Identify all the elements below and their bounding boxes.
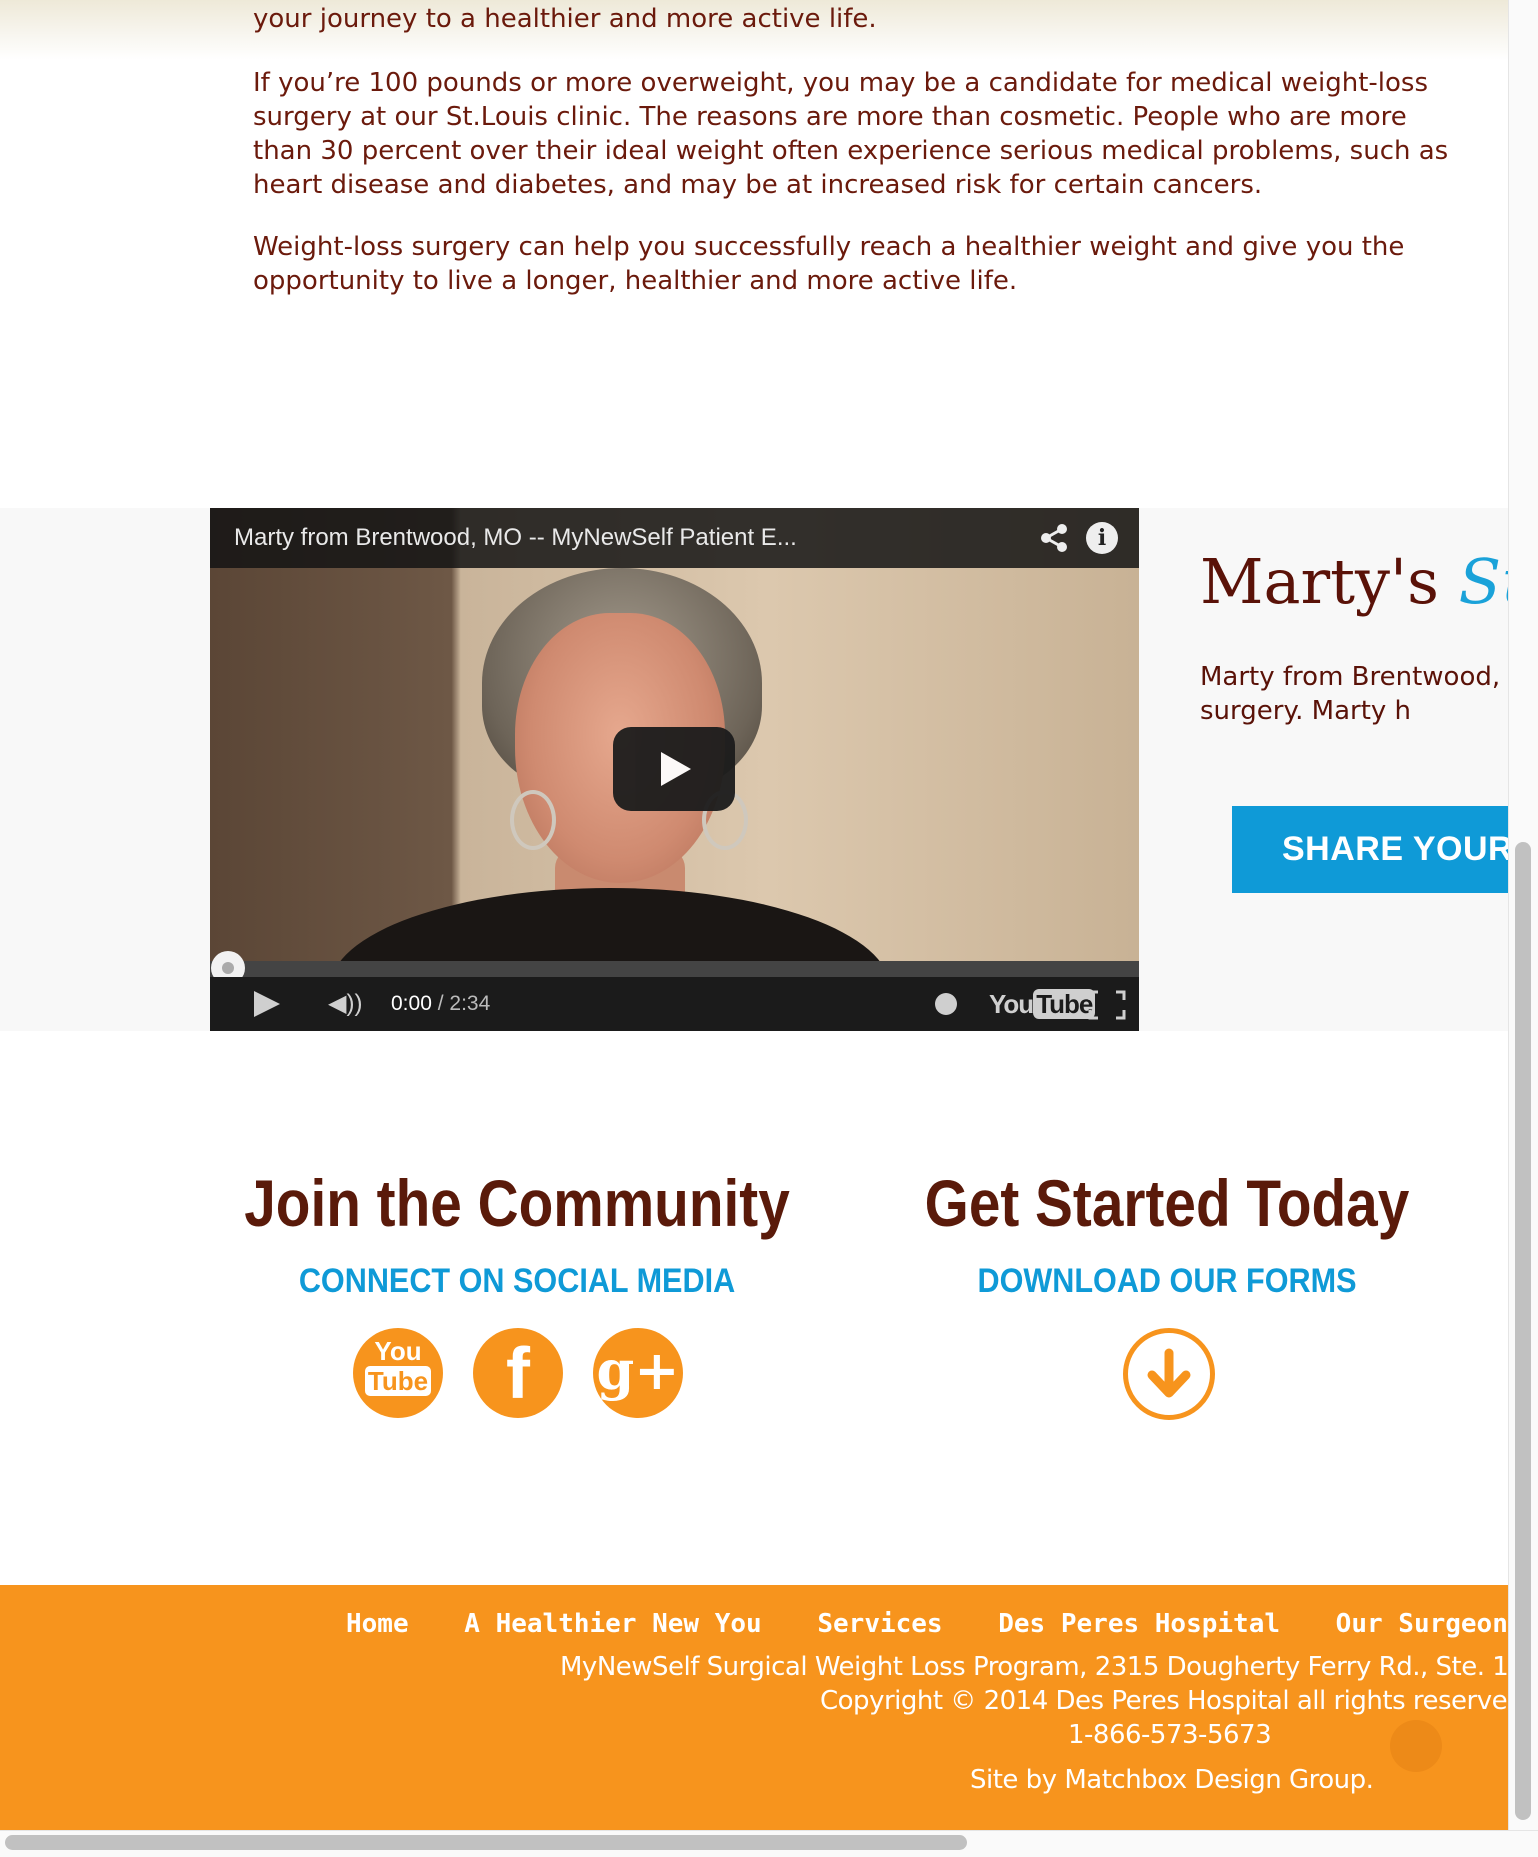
info-icon[interactable]: i (1086, 522, 1118, 554)
story-title-accent: Su (1458, 545, 1508, 618)
story-title-main: Marty's (1200, 545, 1459, 618)
footer-nav-our-surgeons[interactable]: Our Surgeons & S (1336, 1609, 1508, 1639)
get-started-subtitle: DOWNLOAD OUR FORMS (977, 1262, 1357, 1300)
youtube-logo-tube: Tube (1033, 989, 1096, 1019)
intro-paragraph-3: Weight-loss surgery can help you success… (253, 232, 1405, 296)
footer-address: MyNewSelf Surgical Weight Loss Program, … (560, 1652, 1508, 1682)
time-display: 0:00 / 2:34 (391, 977, 490, 1031)
google-plus-icon[interactable]: g+ (593, 1328, 683, 1418)
time-separator: / (431, 992, 450, 1015)
video-title[interactable]: Marty from Brentwood, MO -- MyNewSelf Pa… (234, 508, 797, 568)
video-controls: ◀)) 0:00 / 2:34 You Tube (210, 977, 1139, 1031)
horizontal-scrollbar-thumb[interactable] (5, 1835, 967, 1850)
duration: 2:34 (449, 992, 491, 1015)
intro-paragraph-1: your journey to a healthier and more act… (253, 4, 877, 34)
vertical-scrollbar-thumb[interactable] (1515, 842, 1531, 1820)
footer-copyright: Copyright © 2014 Des Peres Hospital all … (820, 1686, 1508, 1716)
current-time: 0:00 (391, 992, 432, 1015)
community-subtitle: CONNECT ON SOCIAL MEDIA (298, 1262, 736, 1300)
watch-later-icon[interactable] (935, 993, 957, 1015)
facebook-icon[interactable]: f (473, 1328, 563, 1418)
scrubber-dot (222, 962, 234, 974)
youtube-logo-icon[interactable]: You Tube (989, 989, 1096, 1019)
google-plus-glyph: g+ (596, 1338, 680, 1402)
thumbnail-earring-left (510, 790, 556, 850)
footer-phone[interactable]: 1-866-573-5673 (1068, 1720, 1272, 1750)
play-icon[interactable] (254, 991, 280, 1017)
footer-nav-services[interactable]: Services (817, 1609, 942, 1639)
story-text: Marty from Brentwood, M bariatric surger… (1200, 662, 1508, 726)
facebook-glyph: f (506, 1334, 530, 1414)
share-your-story-button[interactable]: SHARE YOUR ST (1232, 806, 1508, 893)
footer-credit[interactable]: Site by Matchbox Design Group. (970, 1765, 1374, 1795)
footer-nav-healthier-new-you[interactable]: A Healthier New You (464, 1609, 761, 1639)
page-viewport: your journey to a healthier and more act… (0, 0, 1508, 1830)
footer-nav-home[interactable]: Home (346, 1609, 409, 1639)
youtube-icon-tube: Tube (364, 1366, 432, 1396)
youtube-icon[interactable]: You Tube (353, 1328, 443, 1418)
intro-paragraph-2: If you’re 100 pounds or more overweight,… (253, 68, 1449, 200)
youtube-logo-you: You (989, 989, 1034, 1019)
back-to-top-button[interactable] (1390, 1720, 1442, 1772)
volume-icon[interactable]: ◀)) (328, 991, 368, 1017)
share-icon[interactable] (1038, 522, 1070, 554)
play-icon (661, 752, 691, 786)
download-arrow (1147, 1348, 1191, 1398)
community-title: Join the Community (244, 1166, 790, 1240)
video-title-bar: Marty from Brentwood, MO -- MyNewSelf Pa… (210, 508, 1139, 568)
story-title: Marty's Su (1200, 545, 1508, 618)
youtube-video-player[interactable]: Marty from Brentwood, MO -- MyNewSelf Pa… (210, 508, 1139, 1031)
youtube-icon-you: You (374, 1336, 422, 1366)
progress-bar[interactable] (210, 961, 1139, 977)
fullscreen-icon[interactable] (1088, 990, 1126, 1020)
footer-nav: Home A Healthier New You Services Des Pe… (346, 1604, 1508, 1644)
get-started-title: Get Started Today (924, 1166, 1410, 1240)
download-icon[interactable] (1123, 1328, 1215, 1420)
large-play-button[interactable] (613, 727, 735, 811)
footer-nav-des-peres-hospital[interactable]: Des Peres Hospital (998, 1609, 1280, 1639)
